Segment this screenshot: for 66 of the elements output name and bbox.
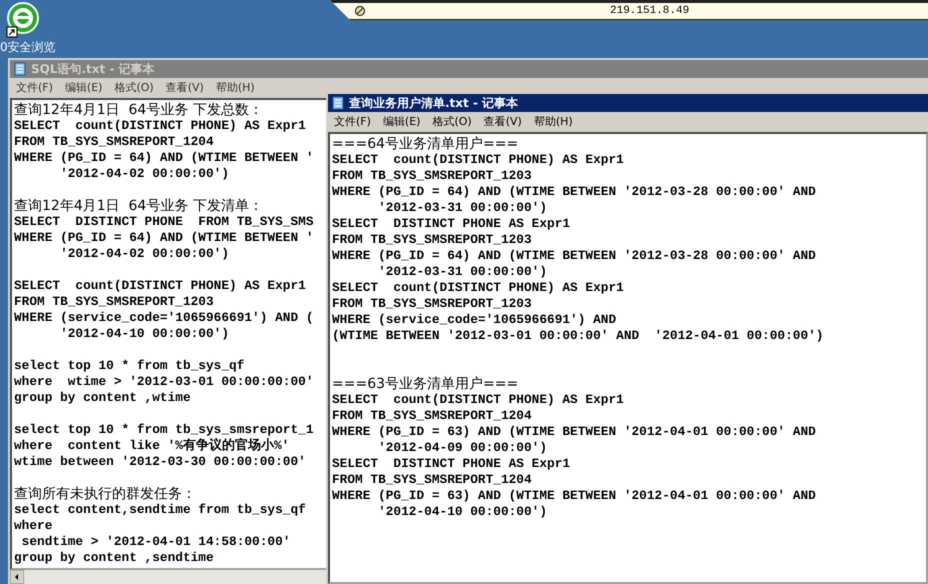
- text-line: wtime between '2012-03-30 00:00:00:00': [14, 454, 306, 470]
- text-line: WHERE (service_code='1065966691') AND: [332, 312, 616, 328]
- window-title: SQL语句.txt - 记事本: [31, 60, 155, 78]
- menu-item[interactable]: 查看(V): [484, 114, 522, 130]
- text-line: '2012-04-02 00:00:00'): [59, 166, 230, 182]
- menu-item[interactable]: 帮助(H): [216, 80, 255, 96]
- text-line: FROM TB_SYS_SMSREPORT_1204: [14, 134, 214, 150]
- browser-shortcut-icon[interactable]: [6, 2, 40, 38]
- shortcut-label[interactable]: 0安全浏览: [0, 40, 56, 54]
- text-line: '2012-03-31 00:00:00'): [377, 200, 548, 216]
- text-line: WHERE (PG_ID = 63) AND (WTIME BETWEEN '2012-04-01 00:00:00' AND: [332, 488, 816, 504]
- menu-item[interactable]: 文件(F): [16, 80, 53, 96]
- window-title: 查询业务用户清单.txt - 记事本: [349, 94, 518, 112]
- text-line: ===63号业务清单用户===: [332, 376, 518, 392]
- text-line: 查询12年4月1日 64号业务 下发清单：: [14, 198, 263, 214]
- text-line: WHERE (PG_ID = 64) AND (WTIME BETWEEN ': [14, 150, 314, 166]
- text-line: SELECT count(DISTINCT PHONE) AS Expr1: [332, 280, 624, 296]
- scroll-left-icon[interactable]: [10, 570, 24, 584]
- notepad-icon: [13, 62, 27, 76]
- text-line: FROM TB_SYS_SMSREPORT_1203: [332, 232, 532, 248]
- text-line: SELECT count(DISTINCT PHONE) AS Expr1: [332, 152, 624, 168]
- text-line: '2012-04-09 00:00:00'): [377, 440, 548, 456]
- text-line: select top 10 * from tb_sys_qf: [14, 358, 244, 374]
- horizontal-scrollbar[interactable]: [10, 570, 328, 584]
- text-line: where: [14, 518, 52, 534]
- text-line: FROM TB_SYS_SMSREPORT_1204: [332, 408, 532, 424]
- text-line: WHERE (PG_ID = 64) AND (WTIME BETWEEN '2012-03-28 00:00:00' AND: [332, 248, 816, 264]
- text-area[interactable]: [10, 98, 328, 570]
- menu-item[interactable]: 格式(O): [114, 80, 154, 96]
- text-line: '2012-04-02 00:00:00'): [59, 246, 230, 262]
- text-line: SELECT count(DISTINCT PHONE) AS Expr1: [14, 278, 306, 294]
- text-line: FROM TB_SYS_SMSREPORT_1203: [332, 296, 532, 312]
- text-line: SELECT DISTINCT PHONE FROM TB_SYS_SMS: [14, 214, 314, 230]
- text-line: sendtime > '2012-04-01 14:58:00:00': [20, 534, 290, 550]
- text-line: where wtime > '2012-03-01 00:00:00:00': [14, 374, 314, 390]
- menu-item[interactable]: 文件(F): [334, 114, 371, 130]
- text-line: ===64号业务清单用户===: [332, 136, 518, 152]
- text-line: WHERE (service_code='1065966691') AND (: [14, 310, 314, 326]
- text-line: select top 10 * from tb_sys_smsreport_1: [14, 422, 314, 438]
- notepad-icon: [331, 96, 345, 110]
- ip-address: 219.151.8.49: [610, 5, 690, 17]
- menu-item[interactable]: 帮助(H): [534, 114, 573, 130]
- text-line: FROM TB_SYS_SMSREPORT_1203: [14, 294, 214, 310]
- menu-item[interactable]: 编辑(E): [382, 114, 420, 130]
- text-line: 查询所有未执行的群发任务：: [14, 486, 196, 502]
- text-line: group by content ,wtime: [14, 390, 191, 406]
- menu-item[interactable]: 格式(O): [432, 114, 472, 130]
- text-line: '2012-03-31 00:00:00'): [377, 264, 548, 280]
- text-line: 查询12年4月1日 64号业务 下发总数：: [14, 102, 263, 118]
- text-line: FROM TB_SYS_SMSREPORT_1204: [332, 472, 532, 488]
- menu-item[interactable]: 查看(V): [166, 80, 204, 96]
- menu-item[interactable]: 编辑(E): [64, 80, 102, 96]
- text-line: group by content ,sendtime: [14, 550, 214, 566]
- text-line: WHERE (PG_ID = 64) AND (WTIME BETWEEN ': [14, 230, 314, 246]
- text-line: SELECT DISTINCT PHONE AS Expr1: [332, 456, 570, 472]
- text-line: '2012-04-10 00:00:00'): [377, 504, 548, 520]
- text-line: '2012-04-10 00:00:00'): [59, 326, 230, 342]
- text-line: select content,sendtime from tb_sys_qf: [14, 502, 306, 518]
- text-line: WHERE (PG_ID = 63) AND (WTIME BETWEEN '2012-04-01 00:00:00' AND: [332, 424, 816, 440]
- text-line: FROM TB_SYS_SMSREPORT_1203: [332, 168, 532, 184]
- text-line: SELECT count(DISTINCT PHONE) AS Expr1: [332, 392, 624, 408]
- text-line: WHERE (PG_ID = 64) AND (WTIME BETWEEN '2012-03-28 00:00:00' AND: [332, 184, 816, 200]
- text-line: (WTIME BETWEEN '2012-03-01 00:00:00' AND '2012-04-01 00:00:00'): [332, 328, 824, 344]
- text-line: SELECT DISTINCT PHONE AS Expr1: [332, 216, 570, 232]
- text-line: where content like '%有争议的官场小%': [14, 438, 290, 454]
- text-line: SELECT count(DISTINCT PHONE) AS Expr1: [14, 118, 306, 134]
